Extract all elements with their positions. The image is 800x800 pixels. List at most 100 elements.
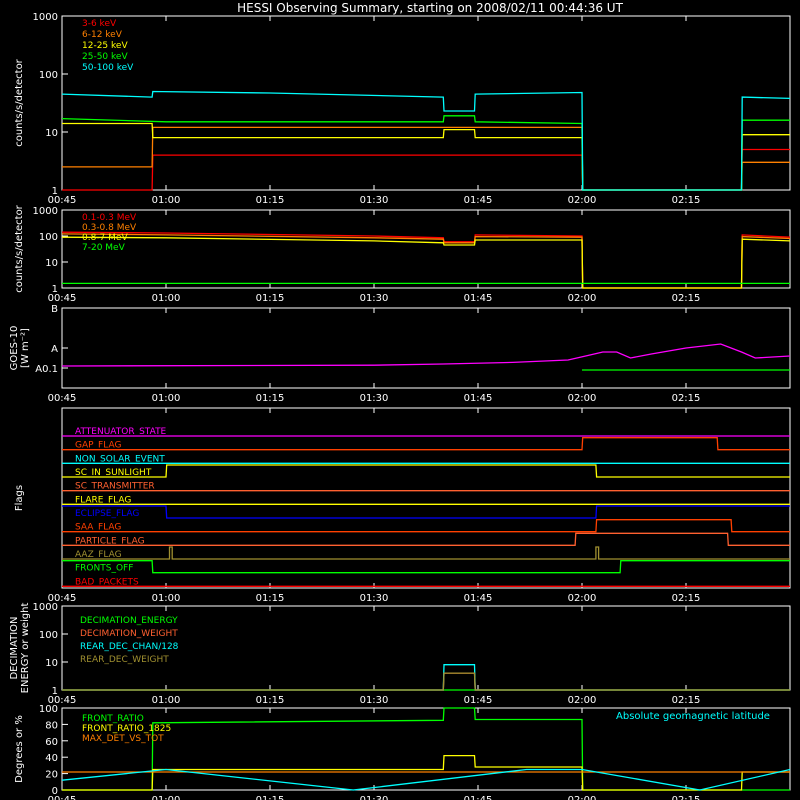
panel-3: 00:45 01:00 01:15 01:30 01:45 02:00 02:15 A0.1 A… (9, 304, 791, 404)
legend-entry: 50-100 keV (82, 63, 134, 73)
x-tick-label: 01:30 (360, 293, 389, 304)
y-axis-label: counts/s/detector (14, 204, 25, 292)
x-tick-label: 01:00 (152, 695, 181, 706)
legend-entry: FRONT_RATIO_1825 (82, 724, 171, 734)
x-tick-label: 02:00 (568, 195, 597, 206)
panel-2: 00:45 01:00 01:15 01:30 01:45 02:00 02:1511010… (14, 204, 791, 304)
x-tick-label: 02:15 (672, 593, 701, 604)
y-tick-label: 1 (52, 686, 58, 697)
y-tick-label: 100 (39, 232, 58, 243)
y-axis-label: GOES-10 (9, 326, 20, 371)
series-line (62, 148, 790, 191)
x-tick-label: 01:00 (152, 795, 181, 800)
x-tick-label: 02:00 (568, 293, 597, 304)
series-line (62, 672, 790, 691)
panel-1: 00:45 01:00 01:15 01:30 01:45 02:00 02:1511010… (14, 12, 791, 206)
y-tick-label: 10 (45, 128, 58, 139)
legend-entry: REAR_DEC_WEIGHT (80, 655, 169, 665)
y-tick-label: B (51, 304, 58, 315)
y-tick-label: 60 (45, 737, 58, 748)
x-tick-label: 02:15 (672, 293, 701, 304)
hessi-summary-chart: HESSI Observing Summary, starting on 200… (9, 1, 791, 800)
y-tick-label: 100 (39, 70, 58, 81)
x-tick-label: 01:15 (256, 695, 285, 706)
y-tick-label: 1 (52, 284, 58, 295)
legend-entry: 0.8-7 MeV (82, 233, 128, 243)
x-tick-label: 01:15 (256, 393, 285, 404)
x-tick-label: 00:45 (48, 393, 77, 404)
legend-entry: MAX_DET_VS_TOT (82, 734, 164, 744)
y-tick-label: A0.1 (35, 364, 58, 375)
series-line (61, 231, 791, 289)
x-tick-label: 02:00 (568, 695, 597, 706)
y-tick-label: 1000 (33, 12, 58, 23)
series-line (62, 126, 790, 191)
legend-entry: 0.3-0.8 MeV (82, 223, 137, 233)
y-tick-label: 10 (45, 658, 58, 669)
series-line (61, 90, 791, 191)
x-tick-label: 01:30 (360, 695, 389, 706)
legend-entry: 6-12 keV (82, 30, 123, 40)
x-tick-label: 02:00 (568, 593, 597, 604)
y-tick-label: 100 (39, 630, 58, 641)
y-tick-label: 20 (45, 770, 58, 781)
x-tick-label: 01:30 (360, 795, 389, 800)
x-tick-label: 02:15 (672, 393, 701, 404)
legend-entry: 25-50 keV (82, 52, 128, 62)
flag-line (62, 464, 790, 478)
legend-entry: DECIMATION_WEIGHT (80, 629, 178, 639)
legend-entry: 12-25 keV (82, 41, 128, 51)
annotation-label: Absolute geomagnetic latitude (616, 711, 770, 722)
legend-entry: 3-6 keV (82, 19, 117, 29)
x-tick-label: 01:30 (360, 195, 389, 206)
x-tick-label: 01:15 (256, 293, 285, 304)
series-line (62, 754, 790, 791)
flag-line (62, 437, 790, 451)
flag-label: SAA_FLAG (75, 523, 121, 533)
series-line (61, 343, 791, 367)
y-axis-label: [W m⁻²] (20, 328, 31, 368)
x-tick-label: 01:00 (152, 393, 181, 404)
y-tick-label: 80 (45, 720, 58, 731)
x-tick-label: 01:15 (256, 795, 285, 800)
plot-frame (61, 15, 791, 191)
series-line (62, 664, 790, 691)
x-tick-label: 01:45 (464, 795, 493, 800)
y-axis-label: Flags (14, 485, 25, 511)
y-tick-label: 100 (39, 704, 58, 715)
x-tick-label: 01:00 (152, 293, 181, 304)
flag-label: GAP_FLAG (75, 441, 121, 451)
panel-6: 00:4501:0001:1501:3001:4502:0002:1502040… (14, 704, 791, 800)
legend-entry: FRONT_RATIO (82, 714, 144, 724)
flag-label: PARTICLE_FLAG (75, 536, 145, 546)
x-tick-label: 01:45 (464, 195, 493, 206)
y-tick-label: A (51, 344, 58, 355)
y-axis-label: counts/s/detector (14, 58, 25, 146)
page-title: HESSI Observing Summary, starting on 200… (237, 1, 623, 15)
legend-entry: 7-20 MeV (82, 243, 126, 253)
legend-entry: DECIMATION_ENERGY (80, 616, 178, 626)
flag-line (62, 546, 790, 560)
x-tick-label: 02:15 (672, 695, 701, 706)
y-axis-label: DECIMATION (9, 616, 20, 679)
x-tick-label: 01:45 (464, 695, 493, 706)
flag-label: ECLIPSE_FLAG (75, 509, 139, 519)
flag-label: BAD_PACKETS (75, 577, 139, 587)
flag-label: NON_SOLAR_EVENT (75, 454, 165, 464)
x-tick-label: 01:45 (464, 593, 493, 604)
y-tick-label: 1000 (33, 602, 58, 613)
x-tick-label: 01:45 (464, 293, 493, 304)
flag-line (62, 519, 790, 533)
panel-4: 00:45 01:00 01:15 01:30 01:45 02:00 02:15Flags… (14, 407, 791, 604)
flag-line (62, 532, 790, 546)
flag-line (62, 505, 790, 519)
x-tick-label: 01:15 (256, 593, 285, 604)
x-tick-label: 01:00 (152, 195, 181, 206)
y-tick-label: 10 (45, 258, 58, 269)
y-axis-label: Degrees or % (14, 715, 25, 783)
x-tick-label: 01:00 (152, 593, 181, 604)
flag-label: SC_IN_SUNLIGHT (75, 468, 152, 478)
plot-frame (61, 307, 791, 389)
x-tick-label: 02:15 (672, 795, 701, 800)
x-tick-label: 01:15 (256, 195, 285, 206)
